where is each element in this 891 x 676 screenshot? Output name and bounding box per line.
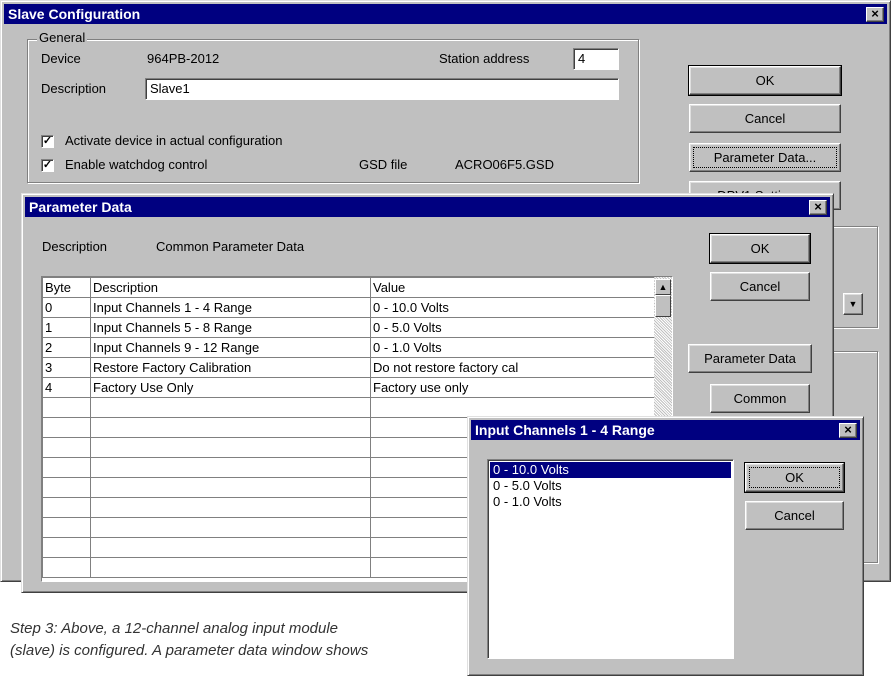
caption-line-1: Step 3: Above, a 12-channel analog input… <box>10 620 339 637</box>
range-ok-button[interactable]: OK <box>744 462 845 493</box>
range-dialog-titlebar: Input Channels 1 - 4 Range × <box>471 420 860 440</box>
watchdog-label: Enable watchdog control <box>65 157 208 172</box>
caption-line-2: (slave) is configured. A parameter data … <box>10 642 369 659</box>
cell-description: Input Channels 1 - 4 Range <box>90 297 371 318</box>
close-icon[interactable]: × <box>866 7 884 22</box>
range-options-listbox[interactable]: 0 - 10.0 Volts 0 - 5.0 Volts 0 - 1.0 Vol… <box>487 459 734 659</box>
param-parameter-data-button[interactable]: Parameter Data <box>688 344 812 373</box>
column-header-description: Description <box>90 277 371 298</box>
param-ok-button[interactable]: OK <box>709 233 811 264</box>
scroll-thumb[interactable] <box>655 295 671 317</box>
cell-value[interactable]: Factory use only <box>370 377 672 398</box>
cell-byte: 2 <box>42 337 91 358</box>
description-input[interactable]: Slave1 <box>145 78 619 100</box>
range-cancel-button[interactable]: Cancel <box>745 501 844 530</box>
device-label: Device <box>41 51 81 66</box>
scroll-up-icon[interactable]: ▲ <box>655 279 671 295</box>
table-row[interactable]: 3 Restore Factory Calibration Do not res… <box>42 357 672 378</box>
activate-device-checkbox[interactable]: ✓ <box>41 135 54 148</box>
description-label: Description <box>41 81 107 96</box>
slave-ok-button[interactable]: OK <box>688 65 842 96</box>
cell-byte: 3 <box>42 357 91 378</box>
parameter-data-title: Parameter Data <box>29 199 132 215</box>
slave-config-title: Slave Configuration <box>8 6 141 22</box>
param-cancel-button[interactable]: Cancel <box>710 272 810 301</box>
table-row[interactable]: 2 Input Channels 9 - 12 Range 0 - 1.0 Vo… <box>42 337 672 358</box>
cell-byte: 0 <box>42 297 91 318</box>
range-dialog-title: Input Channels 1 - 4 Range <box>475 422 655 438</box>
gsd-file-label: GSD file <box>359 157 408 172</box>
list-item[interactable]: 0 - 5.0 Volts <box>490 478 731 494</box>
general-legend: General <box>37 30 88 45</box>
table-row-empty <box>42 397 672 418</box>
close-icon[interactable]: × <box>809 200 827 215</box>
watchdog-checkbox[interactable]: ✓ <box>41 159 54 172</box>
gsd-file-value: ACRO06F5.GSD <box>455 157 554 172</box>
table-row[interactable]: 0 Input Channels 1 - 4 Range 0 - 10.0 Vo… <box>42 297 672 318</box>
cell-byte: 4 <box>42 377 91 398</box>
slave-cancel-button[interactable]: Cancel <box>689 104 841 133</box>
list-item[interactable]: 0 - 1.0 Volts <box>490 494 731 510</box>
slave-config-titlebar: Slave Configuration × <box>4 4 887 24</box>
column-header-byte: Byte <box>42 277 91 298</box>
parameter-data-titlebar: Parameter Data × <box>25 197 830 217</box>
dropdown-arrow-icon[interactable]: ▼ <box>843 293 863 315</box>
table-row[interactable]: 1 Input Channels 5 - 8 Range 0 - 5.0 Vol… <box>42 317 672 338</box>
range-selection-dialog: Input Channels 1 - 4 Range × 0 - 10.0 Vo… <box>467 416 864 676</box>
cell-description: Input Channels 5 - 8 Range <box>90 317 371 338</box>
cell-description: Restore Factory Calibration <box>90 357 371 378</box>
station-address-input[interactable]: 4 <box>573 48 619 70</box>
param-description-value: Common Parameter Data <box>156 239 305 254</box>
table-header-row: Byte Description Value <box>42 277 672 298</box>
station-address-label: Station address <box>439 51 530 66</box>
table-row[interactable]: 4 Factory Use Only Factory use only <box>42 377 672 398</box>
cell-value[interactable]: 0 - 5.0 Volts <box>370 317 672 338</box>
cell-value[interactable]: Do not restore factory cal <box>370 357 672 378</box>
cell-byte: 1 <box>42 317 91 338</box>
cell-description: Input Channels 9 - 12 Range <box>90 337 371 358</box>
list-item[interactable]: 0 - 10.0 Volts <box>490 462 731 478</box>
column-header-value: Value <box>370 277 672 298</box>
cell-value[interactable]: 0 - 10.0 Volts <box>370 297 672 318</box>
parameter-data-button[interactable]: Parameter Data... <box>689 143 841 172</box>
common-button[interactable]: Common <box>710 384 810 413</box>
device-value: 964PB-2012 <box>147 51 220 66</box>
activate-device-label: Activate device in actual configuration <box>65 133 283 148</box>
close-icon[interactable]: × <box>839 423 857 438</box>
cell-value[interactable]: 0 - 1.0 Volts <box>370 337 672 358</box>
cell-description: Factory Use Only <box>90 377 371 398</box>
param-description-label: Description <box>42 239 108 254</box>
